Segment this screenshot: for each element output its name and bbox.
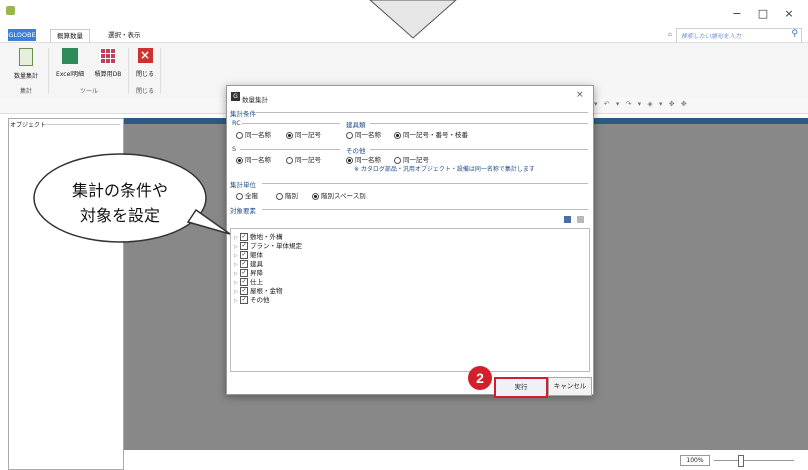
unit-option-per-floor-space[interactable]: 階別スペース別 [312, 190, 366, 200]
ribbon-group-divider [160, 48, 161, 94]
section-divider [370, 123, 588, 124]
uncheck-all-icon[interactable] [577, 216, 584, 223]
ribbon-group-divider [128, 48, 129, 94]
search-icon[interactable]: ⚲ [791, 29, 798, 39]
close-x-icon: × [137, 48, 153, 63]
excel-icon [62, 48, 78, 64]
radio-selected-icon [346, 156, 353, 164]
radio-icon [346, 131, 353, 139]
tab-gloobe[interactable]: GLOOBE [8, 29, 36, 41]
other-note: ※ カタログ部品・汎用オブジェクト・設備は同一名称で集計します [354, 166, 535, 173]
section-divider [262, 209, 588, 210]
section-divider [370, 149, 588, 150]
unit-option-label: 全階 [245, 192, 258, 200]
check-all-icon[interactable] [564, 216, 571, 223]
close-button[interactable]: × [776, 6, 802, 22]
estimate-db-label: 積算用DB [94, 71, 122, 78]
other-option-label: 同一記号 [403, 156, 429, 164]
step-badge: 2 [468, 366, 492, 390]
radio-icon [286, 156, 293, 164]
fittings-option-label: 同一名称 [355, 131, 381, 139]
section-divider [256, 112, 588, 113]
radio-icon [276, 192, 283, 200]
section-divider [240, 149, 340, 150]
ribbon-group-divider [48, 48, 49, 94]
tab-quantity[interactable]: 概算数量 [50, 29, 90, 42]
search-placeholder: 検索したい語句を入力 [681, 33, 742, 40]
qty-summary-button[interactable]: 数量集計 [8, 48, 44, 80]
rc-option-label: 同一記号 [295, 131, 321, 139]
group-label-tools: ツール [80, 88, 99, 95]
minimize-button[interactable]: − [724, 6, 750, 22]
panel-divider [44, 124, 120, 125]
document-icon [19, 48, 33, 66]
unit-option-per-floor[interactable]: 階別 [276, 190, 298, 200]
rc-label: RC [232, 119, 241, 127]
rc-option-label: 同一名称 [245, 131, 271, 139]
fittings-option-label: 同一記号・番号・枝番 [403, 131, 468, 139]
database-table-icon [100, 48, 116, 64]
dialog-title: 数量集計 [242, 96, 268, 104]
zoom-slider-track[interactable] [714, 460, 794, 461]
object-panel-label: オブジェクト [10, 122, 47, 129]
excel-detail-label: Excel明細 [56, 71, 84, 78]
fittings-label: 建具類 [346, 121, 366, 129]
cancel-button[interactable]: キャンセル [548, 377, 592, 396]
s-option-same-code[interactable]: 同一記号 [286, 154, 321, 164]
section-conditions: 集計条件 [230, 110, 256, 118]
zoom-slider-thumb[interactable] [738, 455, 744, 467]
quick-toolbar-icons[interactable]: ▾ ↶ ▾ ↷ ▾ ◈ ▾ ✥ ✥ [594, 100, 806, 111]
unit-option-label: 階別スペース別 [321, 192, 366, 200]
rc-option-same-name[interactable]: 同一名称 [236, 129, 271, 139]
tree-item-label: その他 [250, 296, 270, 304]
fittings-option-same-name[interactable]: 同一名称 [346, 129, 381, 139]
rc-option-same-code[interactable]: 同一記号 [286, 129, 321, 139]
callout-line-1: 集計の条件や [71, 181, 168, 200]
checkbox-checked-icon[interactable]: ✓ [240, 296, 248, 304]
section-divider [262, 183, 588, 184]
other-option-same-code[interactable]: 同一記号 [394, 154, 429, 164]
fittings-option-same-code[interactable]: 同一記号・番号・枝番 [394, 129, 468, 139]
radio-selected-icon [394, 131, 401, 139]
radio-icon [236, 131, 243, 139]
close-view-button[interactable]: × 閉じる [132, 48, 158, 78]
search-input[interactable]: 検索したい語句を入力 ⚲ [676, 28, 802, 43]
radio-selected-icon [312, 192, 319, 200]
callout-text: 集計の条件や 対象を設定 [50, 178, 190, 228]
zoom-level[interactable]: 100% [680, 455, 710, 466]
estimate-db-button[interactable]: 積算用DB [90, 48, 126, 78]
radio-icon [394, 156, 401, 164]
s-option-same-name[interactable]: 同一名称 [236, 154, 271, 164]
qty-summary-label: 数量集計 [13, 73, 38, 80]
close-view-label: 閉じる [135, 71, 154, 78]
callout-line-2: 対象を設定 [79, 206, 160, 225]
excel-detail-button[interactable]: Excel明細 [52, 48, 88, 78]
group-label-close: 閉じる [136, 88, 155, 95]
s-option-label: 同一名称 [245, 156, 271, 164]
maximize-button[interactable]: □ [750, 6, 776, 22]
section-divider [242, 123, 340, 124]
radio-selected-icon [286, 131, 293, 139]
tab-select-view[interactable]: 選択・表示 [102, 29, 147, 41]
help-icon[interactable]: ⌂ [668, 31, 672, 38]
tree-item[interactable]: ▷ ✓ その他 [234, 294, 270, 304]
dialog-close-button[interactable]: × [576, 90, 584, 100]
unit-option-label: 階別 [285, 192, 298, 200]
dialog-app-icon: G [231, 92, 240, 101]
other-option-same-name[interactable]: 同一名称 [346, 154, 381, 164]
s-option-label: 同一記号 [295, 156, 321, 164]
run-button[interactable]: 実行 [494, 377, 548, 398]
group-label-summary: 集計 [20, 88, 33, 95]
other-option-label: 同一名称 [355, 156, 381, 164]
